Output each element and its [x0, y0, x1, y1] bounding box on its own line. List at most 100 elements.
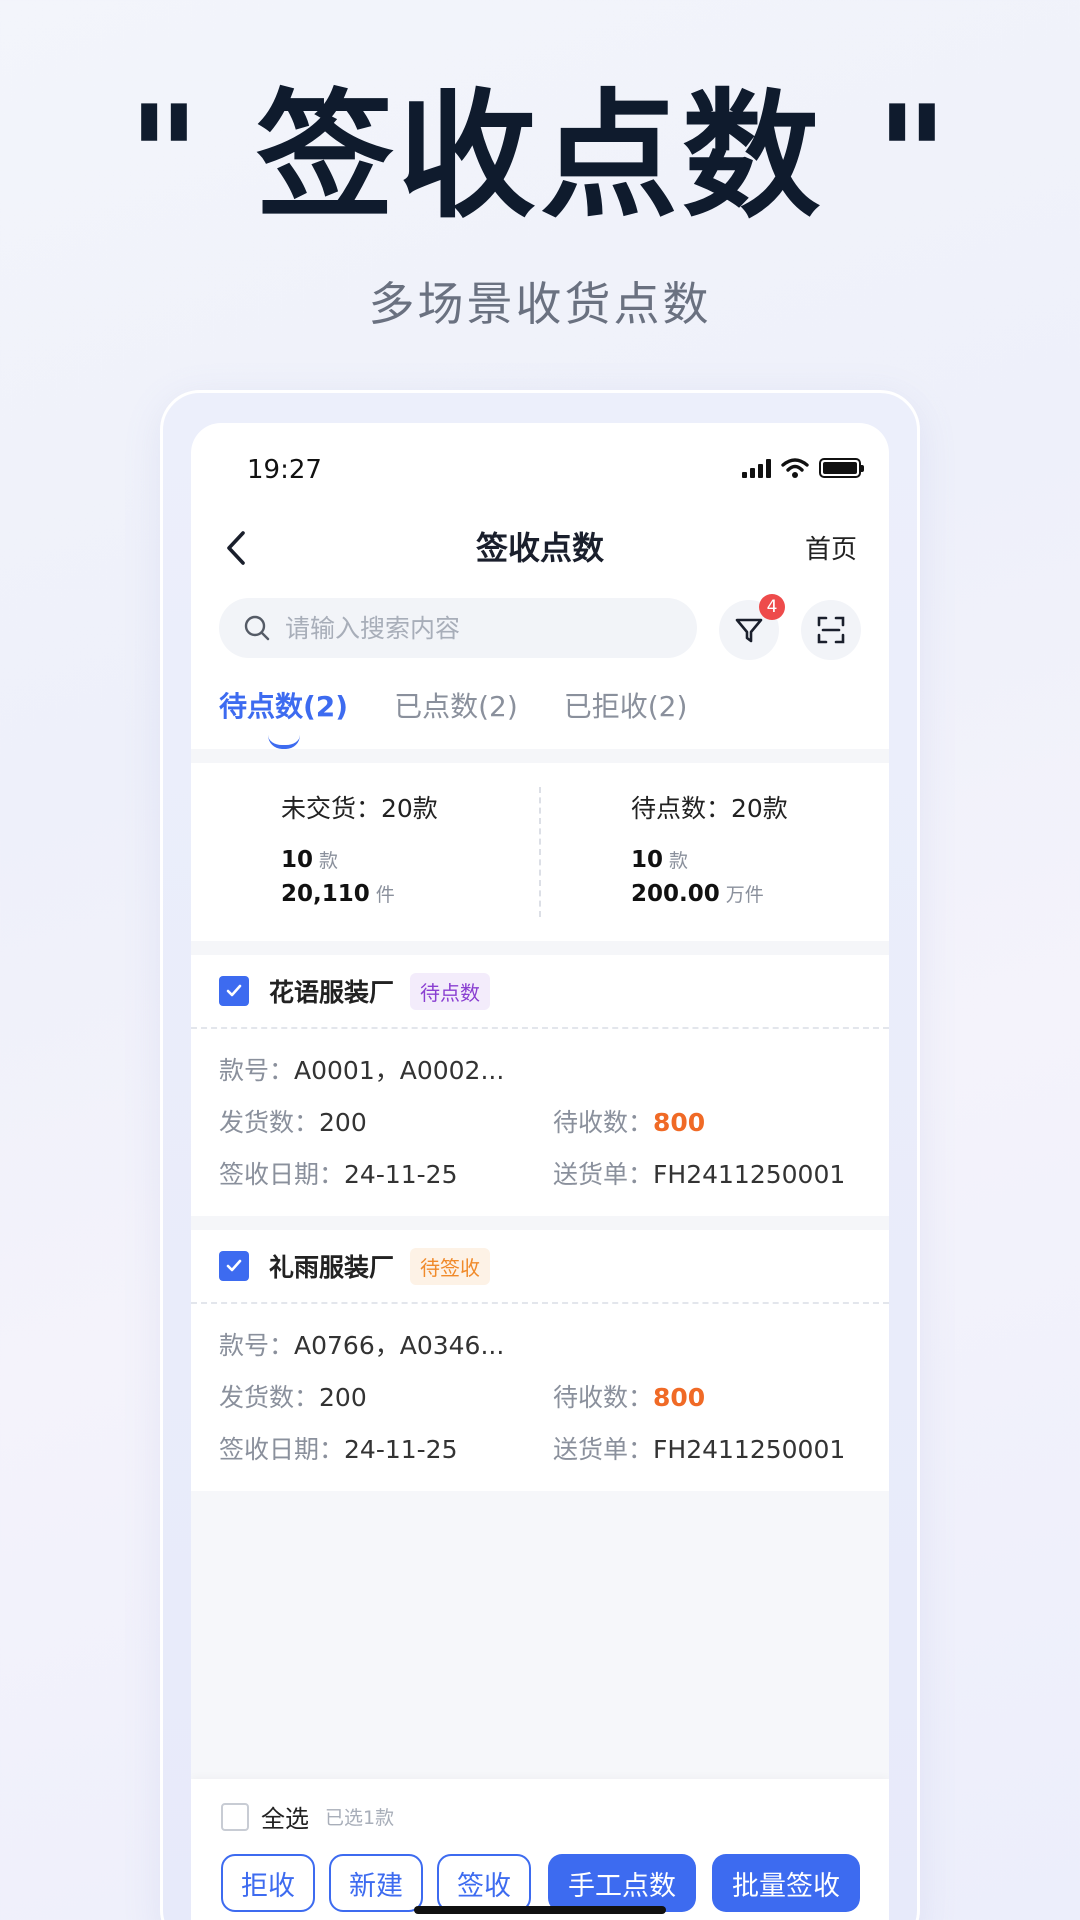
section-divider — [191, 941, 889, 955]
row-value: 200 — [319, 1108, 367, 1137]
select-all-label: 全选 — [261, 1805, 309, 1833]
card-header: 花语服装厂 待点数 — [191, 955, 889, 1029]
style-row: 款号：A0766，A0346... — [219, 1326, 504, 1362]
pending-row: 待收数：800 — [553, 1103, 705, 1139]
sign-button[interactable]: 签收 — [437, 1854, 531, 1912]
empty-list-area — [191, 1491, 889, 1779]
batch-sign-button[interactable]: 批量签收 — [712, 1854, 860, 1912]
search-input[interactable] — [285, 613, 665, 643]
status-time: 19:27 — [247, 455, 322, 485]
checkbox-checked-icon — [226, 1259, 242, 1272]
row-label: 签收日期： — [219, 1160, 345, 1189]
filter-badge: 4 — [759, 594, 785, 620]
delivery-row: 送货单：FH2411250001 — [553, 1430, 845, 1466]
summary-value: 10 — [631, 847, 664, 873]
phone-screen: 19:27 签收点数 首页 4 — [191, 423, 889, 1920]
summary-unit: 件 — [375, 883, 395, 906]
reject-button[interactable]: 拒收 — [221, 1854, 315, 1912]
summary-value: 200.00 — [631, 880, 720, 907]
checkbox-checked-icon — [226, 984, 242, 997]
row-value: 800 — [653, 1108, 706, 1137]
date-row: 签收日期：24-11-25 — [219, 1430, 458, 1466]
summary-heading: 待点数：20款 — [631, 794, 788, 823]
row-value: FH2411250001 — [653, 1160, 846, 1189]
search-icon — [244, 615, 270, 641]
summary-unit: 款 — [319, 850, 339, 872]
row-label: 发货数： — [219, 1108, 320, 1137]
delivery-card[interactable]: 礼雨服装厂 待签收 款号：A0766，A0346... 发货数：200 待收数：… — [191, 1230, 889, 1482]
tab-counted[interactable]: 已点数(2) — [394, 685, 518, 725]
tab-label: 待点数(2) — [219, 690, 349, 723]
row-value: 200 — [319, 1383, 367, 1412]
manual-count-button[interactable]: 手工点数 — [548, 1854, 696, 1912]
status-tag: 待签收 — [410, 1247, 491, 1285]
row-label: 送货单： — [553, 1435, 654, 1464]
company-name: 礼雨服装厂 — [269, 1253, 395, 1282]
shipped-row: 发货数：200 — [219, 1103, 367, 1139]
summary-heading: 未交货：20款 — [281, 794, 438, 823]
tab-label: 已拒收(2) — [563, 690, 688, 723]
selected-count: 已选1款 — [325, 1807, 395, 1829]
battery-icon — [819, 458, 864, 478]
delivery-row: 送货单：FH2411250001 — [553, 1155, 845, 1191]
filter-icon — [735, 618, 763, 643]
row-value: 800 — [653, 1383, 706, 1412]
summary-value: 20,110 — [281, 880, 370, 907]
summary-undelivered: 未交货：20款 10 款 20,110 件 — [281, 789, 438, 908]
card-header: 礼雨服装厂 待签收 — [191, 1230, 889, 1304]
home-link[interactable]: 首页 — [805, 529, 857, 566]
hero-title: " 签收点数 " — [128, 76, 952, 237]
summary-pieces: 20,110 件 — [281, 881, 438, 909]
company-name: 花语服装厂 — [269, 978, 395, 1007]
shipped-row: 发货数：200 — [219, 1378, 367, 1414]
bottom-action-bar: 全选 已选1款 拒收 新建 签收 手工点数 批量签收 — [191, 1779, 889, 1920]
wifi-icon — [781, 458, 809, 478]
tab-label: 已点数(2) — [394, 690, 518, 723]
row-value: 24-11-25 — [344, 1160, 458, 1189]
status-tag: 待点数 — [410, 972, 491, 1010]
section-divider — [191, 749, 889, 763]
style-row: 款号：A0001，A0002... — [219, 1051, 504, 1087]
pending-row: 待收数：800 — [553, 1378, 705, 1414]
page-title: 签收点数 — [475, 529, 604, 567]
summary-styles: 10 款 — [631, 847, 788, 875]
row-value: 24-11-25 — [344, 1435, 458, 1464]
row-label: 款号： — [219, 1331, 295, 1360]
tab-pending-count[interactable]: 待点数(2) — [219, 685, 349, 749]
date-row: 签收日期：24-11-25 — [219, 1155, 458, 1191]
filter-button[interactable]: 4 — [719, 594, 785, 660]
summary-pending: 待点数：20款 10 款 200.00 万件 — [631, 789, 788, 908]
tab-active-indicator — [267, 735, 300, 749]
summary-pieces: 200.00 万件 — [631, 881, 788, 909]
row-value: A0001，A0002... — [294, 1056, 505, 1085]
summary-unit: 款 — [669, 850, 689, 872]
row-label: 待收数： — [553, 1383, 654, 1412]
hero-subtitle: 多场景收货点数 — [368, 277, 712, 331]
card-checkbox[interactable] — [219, 976, 249, 1006]
signal-icon — [742, 458, 771, 478]
delivery-card[interactable]: 花语服装厂 待点数 款号：A0001，A0002... 发货数：200 待收数：… — [191, 955, 889, 1207]
create-button[interactable]: 新建 — [329, 1854, 423, 1912]
scan-button[interactable] — [801, 600, 861, 660]
search-bar[interactable] — [219, 598, 697, 658]
tab-rejected[interactable]: 已拒收(2) — [564, 685, 688, 725]
select-all-toggle[interactable]: 全选 已选1款 — [221, 1799, 394, 1834]
row-value: FH2411250001 — [653, 1435, 846, 1464]
select-all-checkbox[interactable] — [221, 1802, 249, 1831]
card-checkbox[interactable] — [219, 1251, 249, 1281]
card-body: 款号：A0001，A0002... 发货数：200 待收数：800 签收日期：2… — [191, 1029, 889, 1207]
row-label: 款号： — [219, 1056, 295, 1085]
scan-icon — [817, 616, 845, 644]
card-body: 款号：A0766，A0346... 发货数：200 待收数：800 签收日期：2… — [191, 1304, 889, 1482]
summary-divider — [539, 787, 541, 917]
tab-bar: 待点数(2) 已点数(2) 已拒收(2) — [219, 685, 688, 749]
row-label: 发货数： — [219, 1383, 320, 1412]
status-icons — [742, 453, 864, 483]
row-label: 送货单： — [553, 1160, 654, 1189]
row-label: 待收数： — [553, 1108, 654, 1137]
section-divider — [191, 1216, 889, 1230]
row-value: A0766，A0346... — [294, 1331, 505, 1360]
summary-unit: 万件 — [725, 883, 764, 906]
summary-panel: 未交货：20款 10 款 20,110 件 待点数：20款 10 款 200.00 万件 — [191, 763, 889, 917]
summary-value: 10 — [281, 847, 314, 873]
